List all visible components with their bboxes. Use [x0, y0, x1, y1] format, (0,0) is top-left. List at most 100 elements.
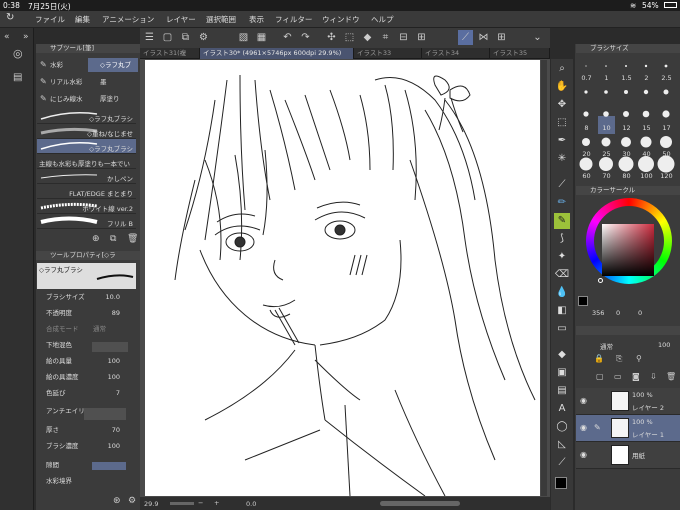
menu-icon[interactable]: ☰	[142, 30, 157, 45]
trash-icon[interactable]: 🗑	[127, 234, 138, 244]
pen-tool-icon[interactable]: ✏	[554, 195, 570, 211]
menu-filter[interactable]: フィルター	[275, 14, 312, 25]
snap-grid-icon[interactable]: ⊞	[494, 30, 509, 45]
correct-line-icon[interactable]: ⟋	[554, 455, 570, 471]
hand-tool-icon[interactable]: ✋	[554, 79, 570, 95]
layer-row[interactable]: ◉ 100 % レイヤー 2	[576, 388, 680, 415]
menu-view[interactable]: 表示	[249, 14, 264, 25]
horizontal-scrollbar[interactable]	[380, 501, 460, 506]
menu-edit[interactable]: 編集	[75, 14, 90, 25]
new-folder-icon[interactable]: ▭	[614, 372, 622, 381]
subtool-rough-round[interactable]: ◇ラフ丸ブ	[88, 58, 138, 72]
navigator-icon[interactable]: ◎	[13, 47, 23, 60]
transform-icon[interactable]: ✣	[324, 30, 339, 45]
tab-illust35[interactable]: イラスト35	[490, 48, 550, 59]
prop-value[interactable]: 通常	[93, 324, 106, 335]
eye-icon[interactable]: ◉	[580, 396, 587, 405]
gap-slider[interactable]	[92, 462, 126, 470]
merge-icon[interactable]: ⇩	[650, 372, 657, 381]
prop-watercolor-edge[interactable]: 水彩境界	[37, 476, 136, 487]
prop-value[interactable]: 89	[112, 308, 120, 319]
color-picker-handle[interactable]	[598, 278, 603, 283]
ruler-icon[interactable]: ⊟	[396, 30, 411, 45]
prop-opacity[interactable]: 不透明度 89	[37, 308, 136, 319]
select-tool-icon[interactable]: ⬚	[554, 115, 570, 131]
prop-brush-size[interactable]: ブラシサイズ 10.0	[37, 292, 136, 303]
prop-brush-density[interactable]: ブラシ濃度 100	[37, 441, 136, 452]
fill-tool-icon[interactable]: ◧	[554, 303, 570, 319]
current-color-swatch[interactable]	[578, 296, 588, 306]
subtool-thick-paint[interactable]: 厚塗り	[88, 92, 138, 106]
menu-window[interactable]: ウィンドウ	[322, 14, 360, 25]
text-tool-icon[interactable]: A	[554, 401, 570, 417]
zoom-value[interactable]: 29.9	[144, 500, 158, 508]
tool-settings-icon[interactable]: ⊛	[113, 496, 121, 506]
prop-value[interactable]: 7	[116, 388, 120, 399]
antialias-selector[interactable]	[84, 408, 126, 420]
main-color-swatch[interactable]	[555, 477, 567, 489]
settings-icon[interactable]: ⚙	[196, 30, 211, 45]
add-preset-icon[interactable]: ⊕	[92, 234, 100, 244]
menu-animation[interactable]: アニメーション	[102, 14, 154, 25]
brush-preset-row[interactable]: ◇重ね/なじませ	[37, 124, 136, 139]
sparkle-tool-icon[interactable]: ✳	[554, 151, 570, 167]
eye-icon[interactable]: ◉	[580, 450, 587, 459]
lasso-tool-icon[interactable]: ✒	[554, 133, 570, 149]
menu-layer[interactable]: レイヤー	[166, 14, 196, 25]
app-logo-icon[interactable]: ↻	[6, 12, 14, 23]
tab-illust31[interactable]: イラスト31(複	[140, 48, 200, 59]
menu-help[interactable]: ヘルプ	[371, 14, 394, 25]
drawing-canvas[interactable]	[145, 60, 540, 496]
brush-preset-row[interactable]: 主線も水彩も厚塗りも一本でい	[37, 154, 136, 169]
zoom-in-icon[interactable]: +	[214, 499, 219, 507]
prop-paint-density[interactable]: 絵の具濃度 100	[37, 372, 136, 383]
angle-value[interactable]: 0.0	[246, 500, 256, 508]
chevron-down-icon[interactable]: ⌄	[530, 30, 545, 45]
wrench-icon[interactable]: ⚙	[128, 496, 136, 506]
duplicate-icon[interactable]: ⧉	[110, 234, 116, 244]
layer-opacity[interactable]: 100	[658, 341, 670, 349]
trash-icon[interactable]: 🗑	[666, 372, 676, 381]
tab-illust30[interactable]: イラスト30* (4961×5746px 600dpi 29.9%)	[200, 48, 354, 59]
reference-icon[interactable]: ⚲	[636, 354, 642, 363]
new-layer-icon[interactable]: ▢	[596, 372, 604, 381]
snap-special-icon[interactable]: ⋈	[476, 30, 491, 45]
eyedropper-icon[interactable]: ⟋	[554, 177, 570, 193]
mask-icon[interactable]: ◙	[632, 372, 640, 381]
layer-row-active[interactable]: ◉ ✎ 100 % レイヤー 1	[576, 415, 680, 442]
figure-tool-icon[interactable]: ▣	[554, 365, 570, 381]
prop-value[interactable]: 100	[108, 372, 120, 383]
frame-tool-icon[interactable]: ▤	[554, 383, 570, 399]
zoom-tool-icon[interactable]: ⌕	[554, 61, 570, 77]
underlying-mode-buttons[interactable]	[92, 342, 128, 352]
blend-icon[interactable]: 💧	[554, 285, 570, 301]
prop-value[interactable]: 100	[108, 356, 120, 367]
balloon-tool-icon[interactable]: ◯	[554, 419, 570, 435]
eraser-icon[interactable]: ⌫	[554, 267, 570, 283]
brush-preset-row[interactable]: ホワイト線 ver.2	[37, 199, 136, 214]
tab-illust34[interactable]: イラスト34	[422, 48, 490, 59]
brush-tool-icon[interactable]: ✎	[554, 213, 570, 229]
zoom-out-icon[interactable]: −	[198, 499, 203, 507]
zoom-slider[interactable]	[170, 502, 194, 505]
layer-blend-mode[interactable]: 通常	[600, 341, 613, 351]
prop-value[interactable]: 100	[108, 441, 120, 452]
crop-icon[interactable]: ⌗	[378, 30, 393, 45]
saturation-value-square[interactable]	[602, 224, 654, 276]
eye-icon[interactable]: ◉	[580, 423, 587, 432]
prop-blend-mode[interactable]: 合成モード 通常	[37, 324, 136, 335]
gradient-icon[interactable]: ▭	[554, 321, 570, 337]
prop-thickness[interactable]: 厚さ 70	[37, 425, 136, 436]
subtool-ink[interactable]: 墨	[88, 75, 138, 89]
menu-file[interactable]: ファイル	[35, 14, 65, 25]
ruler-tool-icon[interactable]: ◺	[554, 437, 570, 453]
undo-icon[interactable]: ↶	[280, 30, 295, 45]
brush-preset-row[interactable]: FLAT/EDGE まとまり	[37, 184, 136, 199]
decoration-icon[interactable]: ✦	[554, 249, 570, 265]
new-file-icon[interactable]: ▢	[160, 30, 175, 45]
brush-preset-row[interactable]: ◇ラフ丸ブラシ	[37, 139, 136, 154]
bucket-icon[interactable]: ◆	[360, 30, 375, 45]
tab-illust33[interactable]: イラスト33	[354, 48, 422, 59]
layer-row-paper[interactable]: ◉ 用紙	[576, 442, 680, 469]
deselect-icon[interactable]: ⬚	[342, 30, 357, 45]
